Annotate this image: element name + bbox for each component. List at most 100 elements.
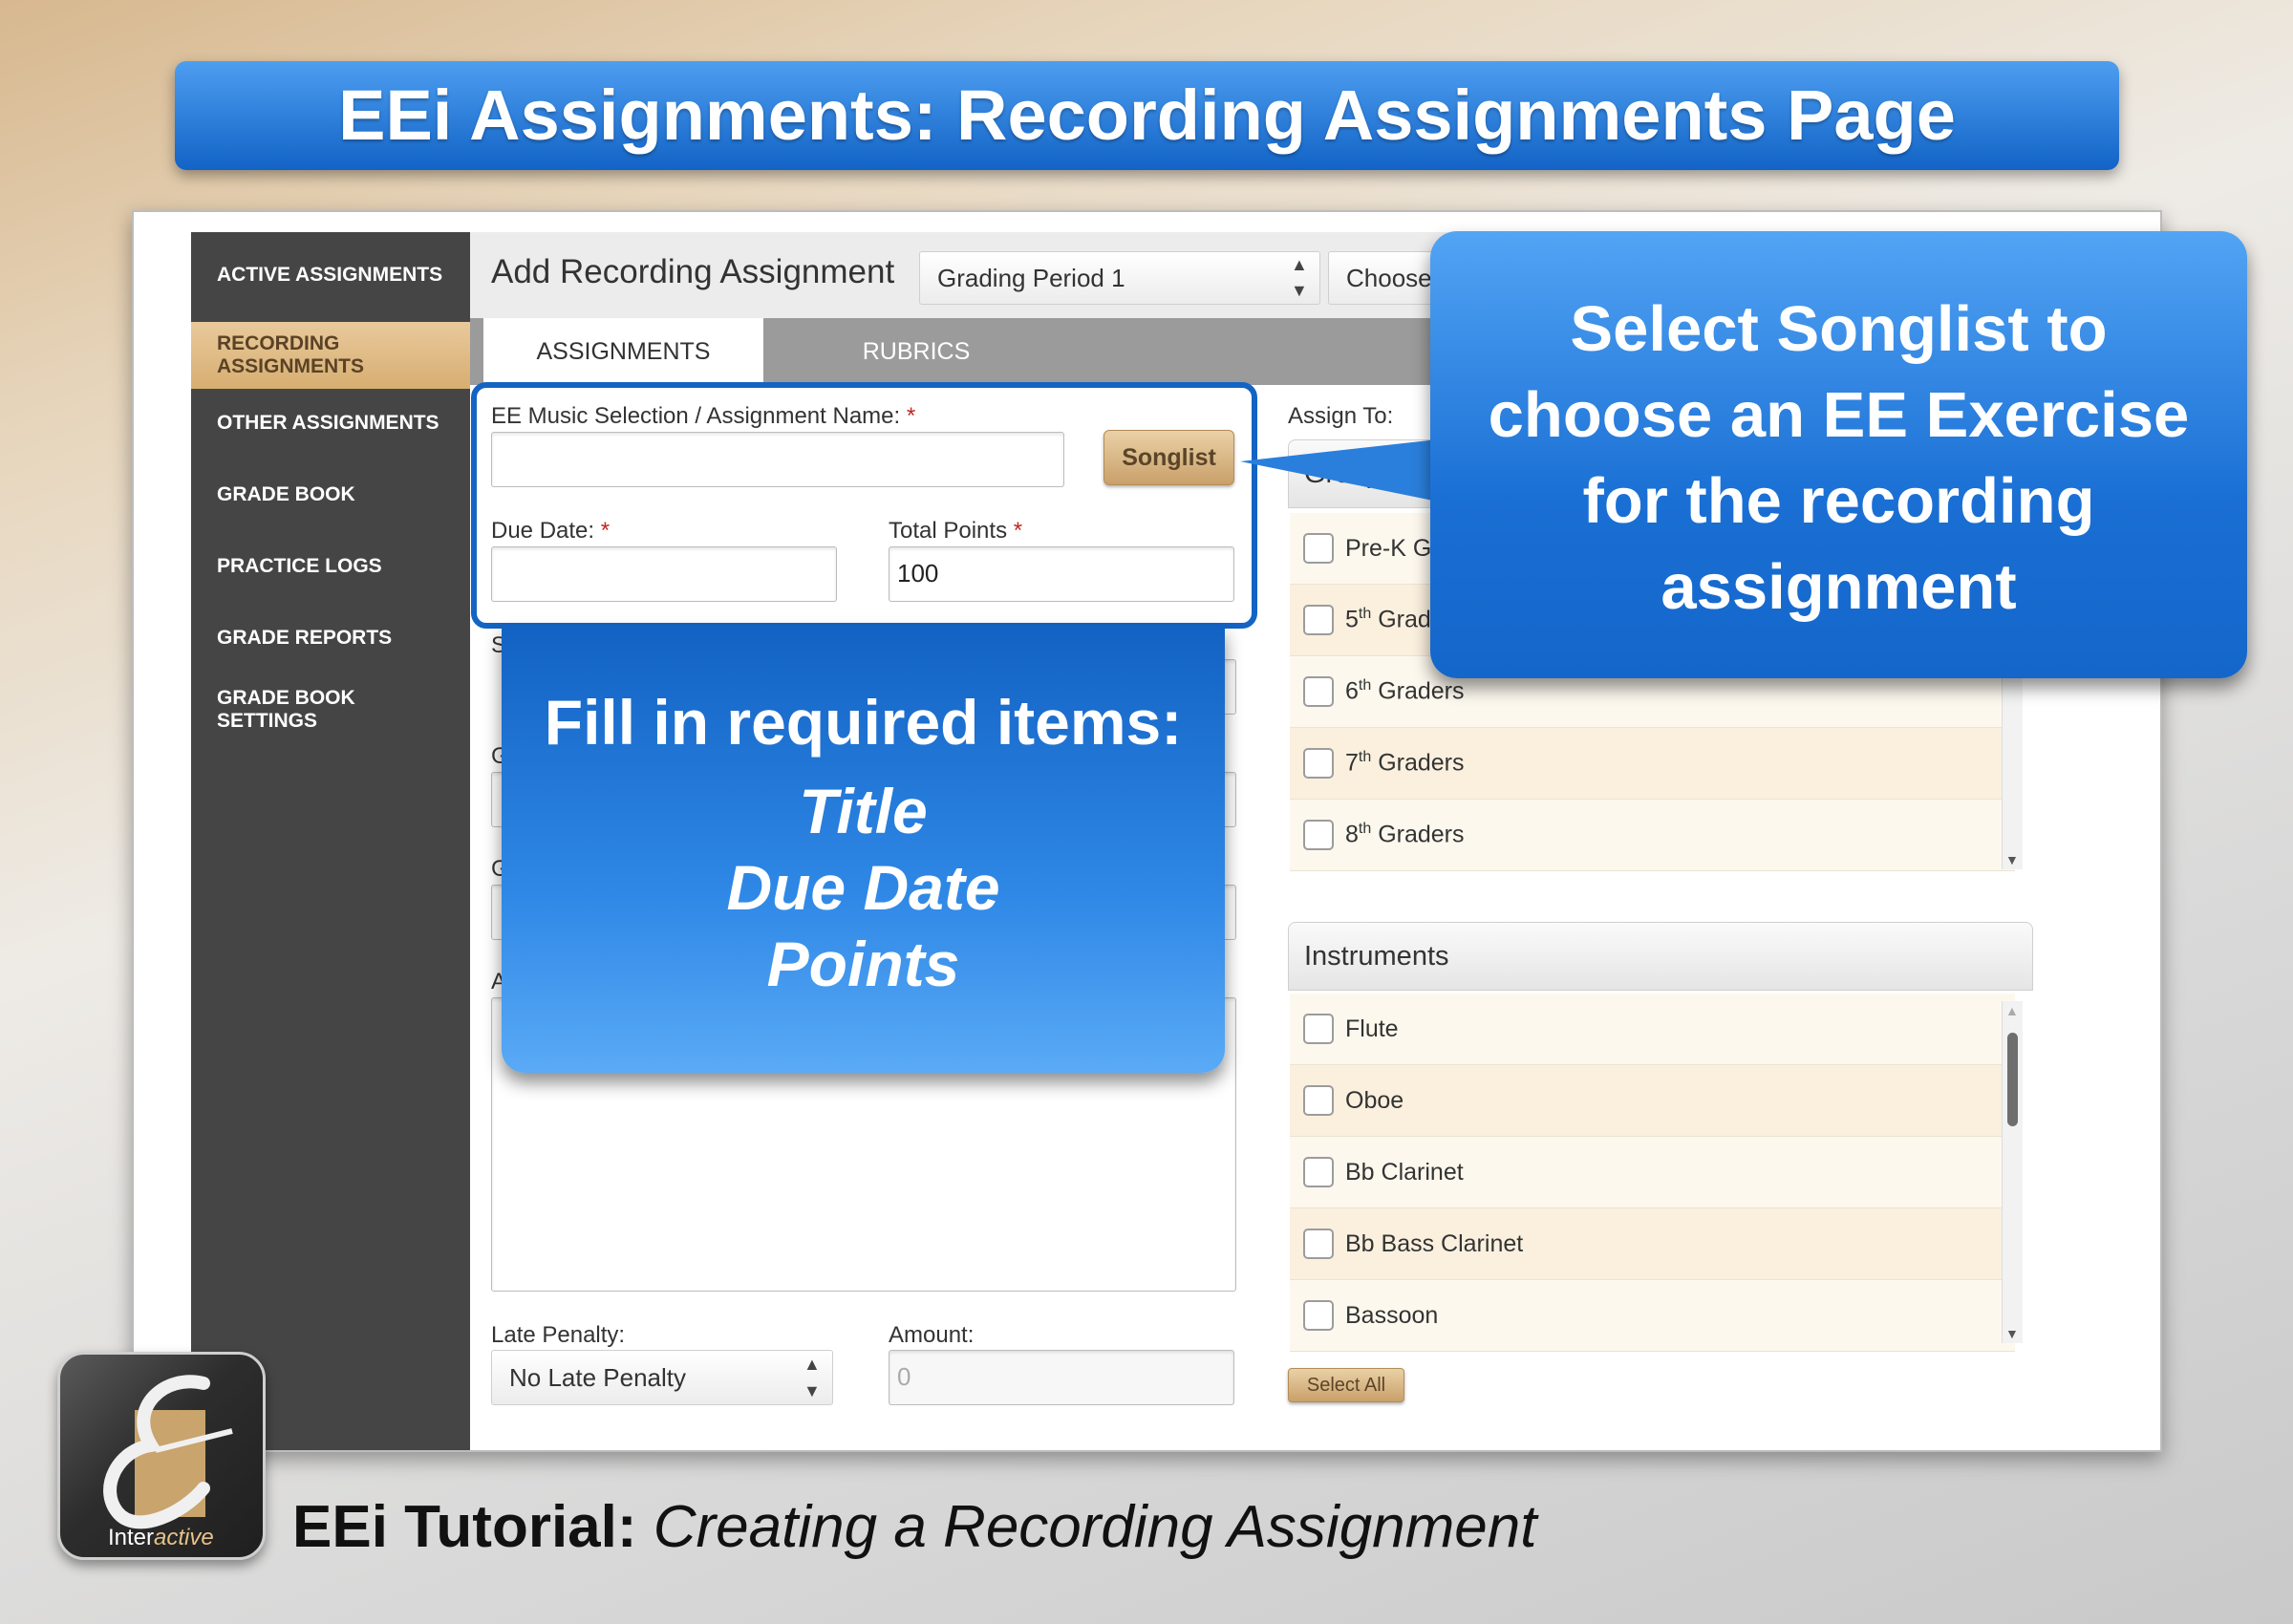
eei-logo: Interactive [57, 1352, 266, 1560]
checkbox[interactable] [1303, 605, 1334, 635]
checkbox[interactable] [1303, 533, 1334, 564]
checkbox[interactable] [1303, 676, 1334, 707]
checkbox[interactable] [1303, 1229, 1334, 1259]
instrument-row[interactable]: Oboe [1290, 1065, 2015, 1137]
sidebar-item-label-line2: ASSIGNMENTS [217, 355, 365, 377]
group-label: 5th Grad [1345, 606, 1431, 633]
assign-to-label: Assign To: [1288, 403, 1394, 429]
sidebar-item-grade-book-settings[interactable]: GRADE BOOK SETTINGS [191, 681, 470, 738]
tab-assignments[interactable]: ASSIGNMENTS [483, 318, 763, 385]
grade-suffix: th [1358, 821, 1372, 838]
grade-suffix: th [1358, 749, 1372, 766]
callout-line: choose an EE Exercise [1488, 379, 2190, 451]
grade-number: 7 [1345, 749, 1359, 777]
grade-text: Graders [1371, 749, 1465, 777]
sidebar-item-label-line1: RECORDING [217, 332, 340, 354]
instrument-label: Bb Bass Clarinet [1345, 1229, 1524, 1257]
group-label: 6th Graders [1345, 677, 1465, 705]
instrument-label: Bb Clarinet [1345, 1158, 1464, 1186]
group-row[interactable]: 7th Graders [1290, 728, 2015, 800]
sidebar-item-grade-reports[interactable]: GRADE REPORTS [191, 609, 470, 667]
checkbox[interactable] [1303, 1085, 1334, 1116]
select-all-button[interactable]: Select All [1288, 1368, 1404, 1402]
select-arrows-icon: ▲ ▼ [1291, 255, 1308, 300]
footer-italic: Creating a Recording Assignment [653, 1494, 1537, 1560]
logo-text: Interactive [108, 1525, 214, 1551]
logo-text-plain: Inter [108, 1525, 155, 1550]
sidebar-item-grade-book[interactable]: GRADE BOOK [191, 466, 470, 524]
sidebar-item-practice-logs[interactable]: PRACTICE LOGS [191, 538, 470, 595]
sidebar-item-label: GRADE REPORTS [217, 627, 393, 649]
late-penalty-value: No Late Penalty [509, 1363, 687, 1392]
group-label: Pre-K G [1345, 534, 1432, 562]
checkbox[interactable] [1303, 1157, 1334, 1187]
late-penalty-label: Late Penalty: [491, 1322, 626, 1348]
required-fields-highlight [471, 382, 1257, 629]
choose-select-value: Choose [1346, 264, 1432, 292]
checkbox[interactable] [1303, 748, 1334, 779]
select-arrows-icon: ▲ ▼ [804, 1355, 821, 1400]
instrument-row[interactable]: Bassoon [1290, 1280, 2015, 1352]
instrument-label: Oboe [1345, 1086, 1404, 1114]
footer-bold: EEi Tutorial: [292, 1494, 637, 1560]
sidebar-item-label: RECORDING ASSIGNMENTS [217, 332, 364, 378]
grade-number: 5 [1345, 606, 1359, 633]
callout-heading: Fill in required items: [544, 687, 1183, 758]
sidebar-item-other-assignments[interactable]: OTHER ASSIGNMENTS [191, 395, 470, 452]
grade-number: 6 [1345, 677, 1359, 705]
instrument-row[interactable]: Flute [1290, 994, 2015, 1065]
sidebar-item-label: GRADE BOOK [217, 483, 355, 505]
sidebar-item-label: GRADE BOOK SETTINGS [217, 687, 355, 733]
amount-input[interactable]: 0 [889, 1350, 1234, 1405]
sidebar-item-label: OTHER ASSIGNMENTS [217, 412, 439, 434]
logo-text-italic: active [154, 1525, 214, 1550]
instruments-header: Instruments [1288, 922, 2033, 991]
sidebar-item-label-line2: SETTINGS [217, 710, 318, 732]
groups-scrollbar[interactable]: ▼ [2002, 669, 2023, 869]
slide-title: EEi Assignments: Recording Assignments P… [175, 61, 2119, 170]
checkbox[interactable] [1303, 1014, 1334, 1044]
scroll-up-icon[interactable]: ▲ [2005, 1003, 2019, 1018]
group-row[interactable]: 8th Graders [1290, 800, 2015, 871]
sidebar-item-label: PRACTICE LOGS [217, 555, 382, 577]
group-label: 8th Graders [1345, 821, 1465, 848]
group-label: 7th Graders [1345, 749, 1465, 777]
callout-pointer [1240, 439, 1438, 502]
sidebar-item-recording-assignments[interactable]: RECORDING ASSIGNMENTS [191, 322, 470, 389]
scroll-down-icon[interactable]: ▼ [2005, 1326, 2019, 1341]
amount-label: Amount: [889, 1322, 975, 1348]
grade-suffix: th [1358, 677, 1372, 694]
instrument-row[interactable]: Bb Clarinet [1290, 1137, 2015, 1208]
checkbox[interactable] [1303, 820, 1334, 850]
late-penalty-select[interactable]: No Late Penalty ▲ ▼ [491, 1350, 833, 1405]
sidebar-item-active-assignments[interactable]: ACTIVE ASSIGNMENTS [191, 246, 470, 304]
page-title: Add Recording Assignment [491, 253, 895, 290]
checkbox[interactable] [1303, 1300, 1334, 1331]
footer-caption: EEi Tutorial: Creating a Recording Assig… [292, 1493, 1537, 1561]
callout-item: Points [766, 929, 960, 999]
grading-period-select[interactable]: Grading Period 1 ▲ ▼ [919, 251, 1320, 305]
grade-text: Graders [1371, 677, 1465, 705]
grade-text: Grad [1371, 606, 1431, 633]
scroll-down-icon[interactable]: ▼ [2005, 852, 2019, 867]
instruments-scrollbar[interactable]: ▲ ▼ [2002, 1001, 2023, 1343]
tab-rubrics[interactable]: RUBRICS [763, 318, 1069, 385]
callout-line: assignment [1661, 551, 2017, 623]
grade-suffix: th [1358, 606, 1372, 623]
grade-text: Graders [1371, 821, 1465, 848]
songlist-callout: Select Songlist to choose an EE Exercise… [1430, 231, 2247, 678]
instrument-label: Bassoon [1345, 1301, 1439, 1329]
callout-item: Due Date [726, 852, 1000, 923]
grade-number: 8 [1345, 821, 1359, 848]
callout-line: Select Songlist to [1570, 293, 2108, 365]
instrument-row[interactable]: Bb Bass Clarinet [1290, 1208, 2015, 1280]
callout-line: for the recording [1582, 465, 2095, 537]
sidebar: ACTIVE ASSIGNMENTS RECORDING ASSIGNMENTS … [191, 232, 470, 1450]
sidebar-item-label-line1: GRADE BOOK [217, 687, 355, 709]
sidebar-item-label: ACTIVE ASSIGNMENTS [217, 264, 443, 286]
instrument-label: Flute [1345, 1015, 1399, 1042]
scroll-thumb[interactable] [2007, 1033, 2018, 1126]
required-items-callout: Fill in required items: Title Due Date P… [502, 626, 1225, 1073]
callout-item: Title [799, 776, 928, 846]
grading-period-value: Grading Period 1 [937, 264, 1125, 292]
